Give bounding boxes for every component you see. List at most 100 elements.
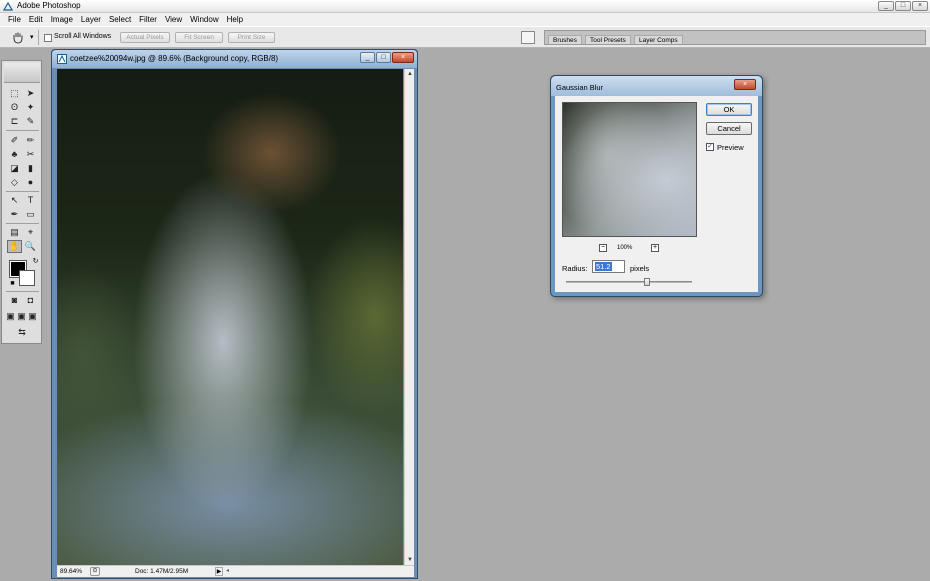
slice-tool-icon[interactable]: ✎ [23, 115, 38, 128]
toolbox-divider [6, 130, 39, 131]
photoshop-feather-icon [4, 63, 40, 83]
dialog-titlebar[interactable]: Gaussian Blur × [551, 76, 762, 96]
scroll-up-arrow-icon[interactable]: ▲ [405, 69, 415, 79]
shape-tool-icon[interactable]: ▭ [23, 208, 38, 221]
hand-tool-icon[interactable]: ✋ [7, 240, 22, 253]
fit-screen-button[interactable]: Fit Screen [175, 32, 223, 43]
restore-button[interactable]: □ [895, 1, 911, 11]
document-title: coetzee%20094w.jpg @ 89.6% (Background c… [70, 54, 279, 63]
brush-tool-icon[interactable]: ✏ [23, 134, 38, 147]
crop-tool-icon[interactable]: ⊏ [7, 115, 22, 128]
jump-to-imageready-icon[interactable]: ⇆ [7, 326, 37, 339]
radius-value: 51.2 [595, 262, 612, 271]
menu-image[interactable]: Image [47, 13, 77, 26]
app-window-controls: _ □ × [878, 1, 928, 11]
history-brush-tool-icon[interactable]: ✂ [23, 148, 38, 161]
scroll-all-windows-label: Scroll All Windows [54, 33, 112, 40]
menubar: File Edit Image Layer Select Filter View… [0, 13, 930, 26]
radius-label: Radius: [562, 264, 588, 273]
minimize-button[interactable]: _ [878, 1, 894, 11]
tool-preset-dropdown[interactable]: ▾ [30, 33, 34, 41]
menu-view[interactable]: View [161, 13, 186, 26]
eraser-tool-icon[interactable]: ◪ [7, 162, 22, 175]
screen-mode-full-icon[interactable]: ▣ [27, 310, 38, 323]
swap-colors-icon[interactable]: ↻ [31, 257, 40, 266]
zoom-preview-icon[interactable]: ⊙ [90, 567, 100, 576]
default-colors-icon[interactable]: ■ [8, 279, 17, 288]
cancel-button[interactable]: Cancel [706, 122, 752, 135]
radius-slider-thumb[interactable] [643, 278, 650, 286]
print-size-button[interactable]: Print Size [228, 32, 275, 43]
healing-brush-tool-icon[interactable]: ✐ [7, 134, 22, 147]
zoom-tool-icon[interactable]: 🔍 [23, 240, 38, 253]
document-size-info: Doc: 1.47M/2.95M [135, 568, 189, 575]
quick-mask-mode-icon[interactable]: ◘ [23, 294, 38, 307]
move-tool-icon[interactable]: ➤ [23, 87, 38, 100]
options-divider [38, 30, 39, 45]
ok-button[interactable]: OK [706, 103, 752, 116]
app-titlebar: Adobe Photoshop _ □ × [0, 0, 930, 13]
photoshop-document-icon [57, 54, 67, 64]
actual-pixels-button[interactable]: Actual Pixels [120, 32, 170, 43]
document-maximize-button[interactable]: □ [376, 52, 391, 63]
marquee-tool-icon[interactable]: ⬚ [7, 87, 22, 100]
notes-tool-icon[interactable]: ▤ [7, 226, 22, 239]
zoom-level-field[interactable]: 89.64% [60, 567, 88, 576]
dodge-tool-icon[interactable]: ● [23, 176, 38, 189]
vertical-scrollbar[interactable]: ▲ ▼ [404, 69, 414, 565]
palette-well: Brushes Tool Presets Layer Comps [544, 30, 926, 45]
eyedropper-tool-icon[interactable]: ⌖ [23, 226, 38, 239]
screen-mode-standard-icon[interactable]: ▣ [5, 310, 16, 323]
menu-help[interactable]: Help [223, 13, 247, 26]
toolbox-divider [6, 191, 39, 192]
document-titlebar[interactable]: coetzee%20094w.jpg @ 89.6% (Background c… [52, 50, 417, 68]
dialog-title: Gaussian Blur [556, 83, 604, 92]
screen-mode-full-menu-icon[interactable]: ▣ [16, 310, 27, 323]
dialog-body: − 100% + OK Cancel ✓ Preview Radius: 51.… [555, 96, 758, 292]
type-tool-icon[interactable]: T [23, 194, 38, 207]
clone-stamp-tool-icon[interactable]: ♣ [7, 148, 22, 161]
path-selection-tool-icon[interactable]: ↖ [7, 194, 22, 207]
preview-checkbox[interactable]: ✓ [706, 143, 714, 151]
filter-preview[interactable] [562, 102, 697, 237]
menu-filter[interactable]: Filter [135, 13, 161, 26]
scroll-down-arrow-icon[interactable]: ▼ [405, 555, 415, 565]
document-window: coetzee%20094w.jpg @ 89.6% (Background c… [51, 49, 418, 579]
menu-file[interactable]: File [4, 13, 25, 26]
options-bar: ▾ Scroll All Windows Actual Pixels Fit S… [0, 26, 930, 48]
toolbox: ⬚ ➤ ʘ ✦ ⊏ ✎ ✐ ✏ ♣ ✂ ◪ ▮ ◇ ● ↖ T ✒ ▭ ▤ ⌖ … [1, 60, 42, 344]
dialog-close-button[interactable]: × [734, 79, 756, 90]
radius-unit-label: pixels [630, 264, 650, 273]
scroll-all-windows-checkbox[interactable] [44, 34, 52, 42]
lasso-tool-icon[interactable]: ʘ [7, 101, 22, 114]
menu-layer[interactable]: Layer [77, 13, 105, 26]
photoshop-logo-icon [3, 2, 13, 11]
document-close-button[interactable]: × [392, 52, 414, 63]
tab-layer-comps[interactable]: Layer Comps [634, 35, 683, 44]
palette-toggle-icon[interactable] [521, 31, 535, 44]
menu-select[interactable]: Select [105, 13, 135, 26]
gradient-tool-icon[interactable]: ▮ [23, 162, 38, 175]
standard-mode-icon[interactable]: ◙ [7, 294, 22, 307]
status-menu-arrow-icon[interactable]: ▶ [215, 567, 223, 576]
menu-edit[interactable]: Edit [25, 13, 47, 26]
magic-wand-tool-icon[interactable]: ✦ [23, 101, 38, 114]
preview-zoom-out-button[interactable]: − [599, 244, 607, 252]
blur-tool-icon[interactable]: ◇ [7, 176, 22, 189]
image-canvas[interactable] [57, 69, 403, 565]
pen-tool-icon[interactable]: ✒ [7, 208, 22, 221]
background-color-swatch[interactable] [19, 270, 35, 286]
preview-zoom-level: 100% [617, 245, 633, 251]
scroll-left-arrow-icon[interactable]: ◂ [226, 567, 229, 574]
radius-slider-track[interactable] [566, 281, 692, 283]
document-minimize-button[interactable]: _ [360, 52, 375, 63]
preview-zoom-in-button[interactable]: + [651, 244, 659, 252]
hand-tool-icon[interactable] [11, 31, 25, 44]
radius-input[interactable]: 51.2 [592, 260, 625, 273]
tab-tool-presets[interactable]: Tool Presets [585, 35, 631, 44]
close-button[interactable]: × [912, 1, 928, 11]
tab-brushes[interactable]: Brushes [548, 35, 582, 44]
document-statusbar: 89.64% ⊙ Doc: 1.47M/2.95M ▶ ◂ [57, 565, 414, 577]
toolbox-divider [6, 291, 39, 292]
menu-window[interactable]: Window [186, 13, 222, 26]
